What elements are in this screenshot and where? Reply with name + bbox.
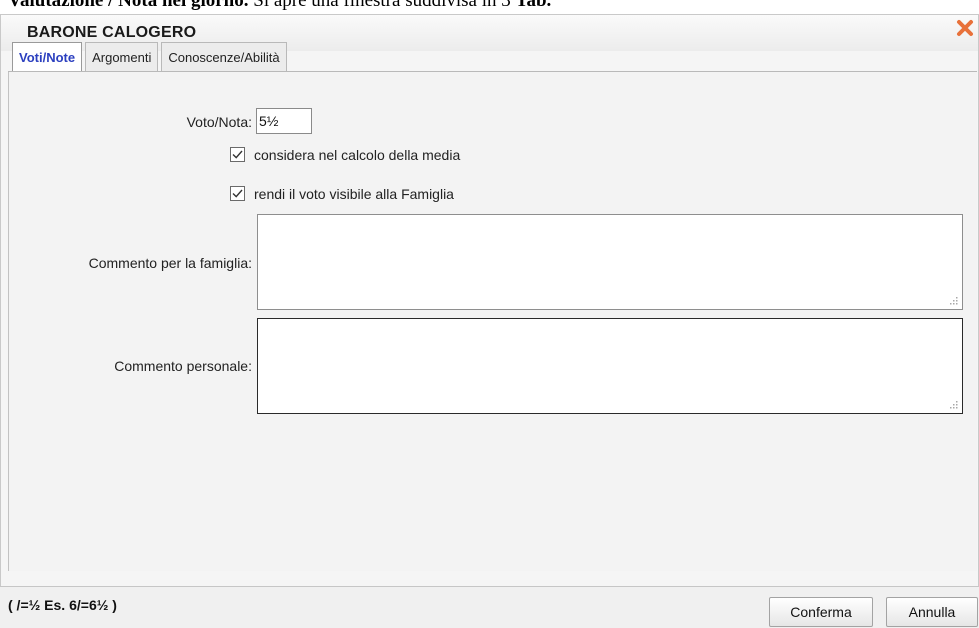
tab-conoscenze-abilita[interactable]: Conoscenze/Abilità (161, 42, 287, 72)
close-icon[interactable] (954, 17, 976, 39)
document-text-bold-end: Tab. (515, 0, 552, 11)
confirm-button[interactable]: Conferma (769, 597, 873, 627)
cancel-button[interactable]: Annulla (886, 597, 978, 627)
voto-input[interactable] (256, 108, 312, 134)
tab-bar: Voti/Note Argomenti Conoscenze/Abilità (12, 42, 287, 72)
resize-grip-icon[interactable] (950, 297, 958, 305)
checkmark-icon (232, 189, 243, 198)
document-text-normal: Si apre una finestra suddivisa in 3 (248, 0, 516, 11)
tab-argomenti[interactable]: Argomenti (85, 42, 159, 72)
document-text: Valutazione / Nota nel giorno. Si apre u… (8, 0, 968, 12)
commento-personale-label: Commento personale: (114, 358, 252, 374)
tab-voti-note[interactable]: Voti/Note (12, 42, 83, 72)
grade-hint: ( /=½ Es. 6/=6½ ) (8, 597, 117, 613)
visibile-checkbox[interactable] (230, 186, 245, 201)
commento-famiglia-textarea[interactable] (257, 214, 963, 310)
resize-grip-icon[interactable] (950, 401, 958, 409)
media-checkbox[interactable] (230, 147, 245, 162)
checkmark-icon (232, 150, 243, 159)
voto-label: Voto/Nota: (186, 114, 252, 130)
media-checkbox-label: considera nel calcolo della media (254, 147, 461, 163)
visibile-checkbox-label: rendi il voto visibile alla Famiglia (254, 186, 454, 202)
commento-famiglia-label: Commento per la famiglia: (88, 255, 252, 271)
dialog-footer: ( /=½ Es. 6/=6½ ) Conferma Annulla (0, 586, 979, 628)
commento-personale-textarea[interactable] (257, 318, 963, 414)
document-text-bold: Valutazione / Nota nel giorno. (8, 0, 249, 11)
dialog-title: BARONE CALOGERO (27, 24, 197, 41)
